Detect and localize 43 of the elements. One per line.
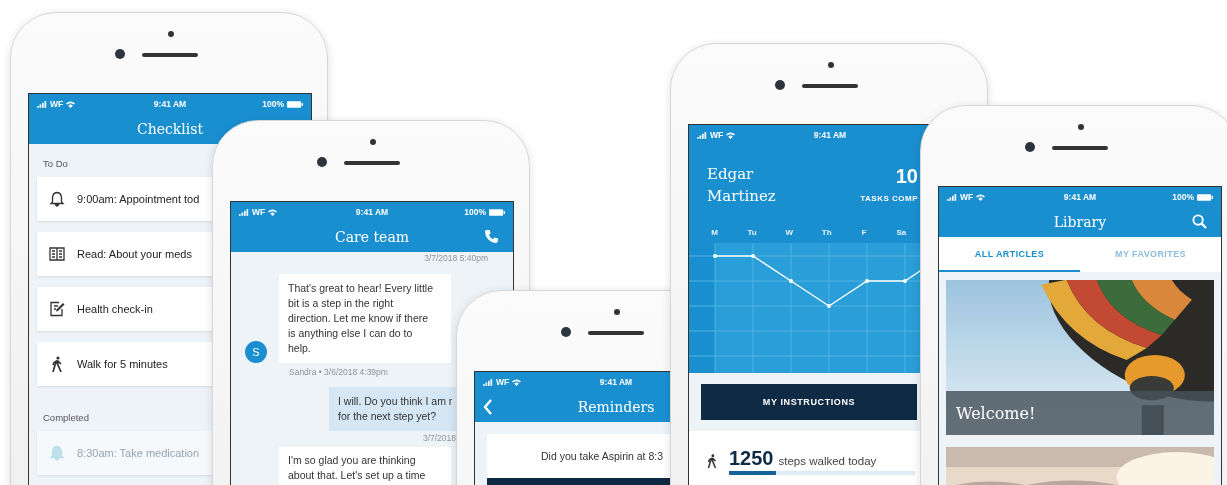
steps-count: 1250 xyxy=(729,447,774,470)
message-bubble: I'm so glad you are thinking about that. Let's set up a time xyxy=(279,447,451,485)
carrier-label: WF xyxy=(252,207,266,217)
carrier-label: WF xyxy=(960,192,974,202)
steps-label: steps walked today xyxy=(778,455,877,467)
reminder-text: Did you take Aspirin at 8:3 xyxy=(541,450,663,462)
task-count-label: TASKS COMP xyxy=(860,194,918,203)
message-timestamp: 3/7/2018 xyxy=(422,433,456,443)
article-title: Welcome! xyxy=(956,403,1036,423)
status-time: 9:41 AM xyxy=(813,130,847,140)
day-label: M xyxy=(710,227,719,237)
status-time: 9:41 AM xyxy=(153,99,187,109)
task-row[interactable]: Read: About your meds xyxy=(37,232,212,276)
section-heading: Completed xyxy=(43,412,90,423)
section-heading: To Do xyxy=(43,158,69,169)
screen-title: Checklist xyxy=(136,121,204,137)
task-row[interactable]: 9:00am: Appointment tod xyxy=(37,177,212,221)
battery-percent: 100% xyxy=(262,99,284,109)
avatar: S xyxy=(245,341,267,363)
day-label: W xyxy=(784,227,795,237)
task-row[interactable]: Health check-in xyxy=(37,287,212,331)
task-count: 10 xyxy=(895,165,918,188)
day-label: Th xyxy=(820,227,833,237)
day-label: Tu xyxy=(746,227,758,237)
status-time: 9:41 AM xyxy=(355,207,389,217)
day-label: F xyxy=(860,227,868,237)
battery-percent: 100% xyxy=(464,207,486,217)
message-bubble: That's great to hear! Every little bit is a step in the right direction. Let me know if there is anything else I can do to help. xyxy=(279,274,451,363)
message-meta: Sandra • 3/6/2018 4:39pm xyxy=(289,367,389,377)
carrier-label: WF xyxy=(710,130,724,140)
instructions-button[interactable]: MY INSTRUCTIONS xyxy=(701,384,917,420)
patient-name: Edgar Martinez xyxy=(707,164,777,207)
status-time: 9:41 AM xyxy=(599,377,633,387)
carrier-label: WF xyxy=(50,99,64,109)
message-timestamp: 3/7/2018 5:40pm xyxy=(424,253,488,263)
screen-title: Care team xyxy=(335,229,409,245)
screen-title: Library xyxy=(1053,214,1107,230)
screen-title: Reminders xyxy=(577,399,655,415)
status-time: 9:41 AM xyxy=(1063,192,1097,202)
carrier-label: WF xyxy=(496,377,510,387)
task-row[interactable]: Walk for 5 minutes xyxy=(37,342,212,386)
battery-percent: 100% xyxy=(1172,192,1194,202)
day-label: Sa xyxy=(895,227,908,237)
